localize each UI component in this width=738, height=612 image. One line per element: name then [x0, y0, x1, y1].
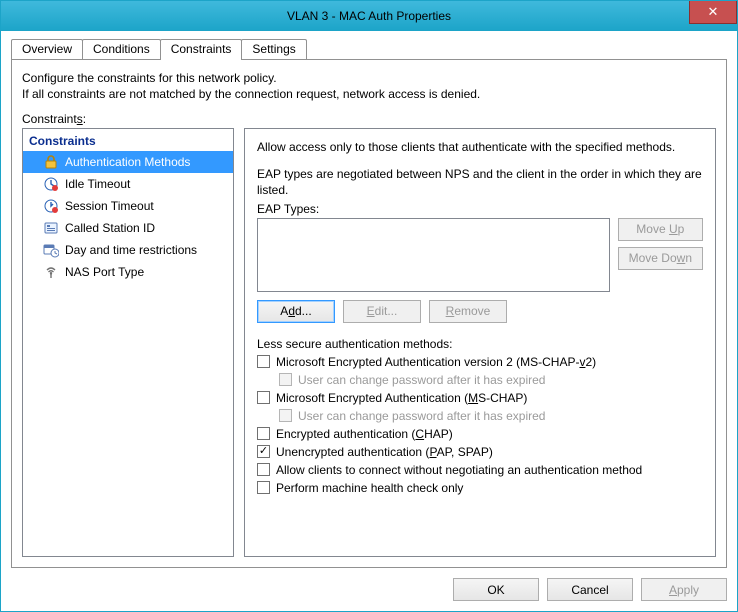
eap-types-row: Move Up Move Down: [257, 218, 703, 292]
tree-item-nas-port-type[interactable]: NAS Port Type: [23, 261, 233, 283]
idle-timeout-icon: [43, 176, 59, 192]
tab-label: Settings: [252, 42, 295, 56]
lock-icon: [43, 154, 59, 170]
close-button[interactable]: ✕: [689, 1, 737, 24]
checkbox-label: Perform machine health check only: [276, 480, 463, 496]
station-id-icon: [43, 220, 59, 236]
apply-button[interactable]: Apply: [641, 578, 727, 601]
tree-item-label: Called Station ID: [65, 221, 155, 235]
checkbox-row-mschap-pwchange: User can change password after it has ex…: [279, 408, 703, 424]
tree-item-label: Authentication Methods: [65, 155, 190, 169]
tab-page-constraints: Configure the constraints for this netwo…: [11, 59, 727, 568]
checkbox-label: Encrypted authentication (CHAP): [276, 426, 453, 442]
tree-item-day-time-restrictions[interactable]: Day and time restrictions: [23, 239, 233, 261]
checkbox-row-pap[interactable]: Unencrypted authentication (PAP, SPAP): [257, 444, 703, 460]
checkbox-label: Microsoft Encrypted Authentication (MS-C…: [276, 390, 527, 406]
checkbox-health-check[interactable]: [257, 481, 270, 494]
checkbox-chap[interactable]: [257, 427, 270, 440]
checkbox-mschap-pwchange: [279, 409, 292, 422]
dialog-buttons: OK Cancel Apply: [11, 568, 727, 601]
tab-settings[interactable]: Settings: [241, 39, 306, 59]
checkbox-pap[interactable]: [257, 445, 270, 458]
tab-constraints[interactable]: Constraints: [160, 39, 243, 60]
checkbox-row-mschapv2-pwchange: User can change password after it has ex…: [279, 372, 703, 388]
checkbox-label: Microsoft Encrypted Authentication versi…: [276, 354, 596, 370]
tree-item-label: NAS Port Type: [65, 265, 144, 279]
eap-order-note: EAP types are negotiated between NPS and…: [257, 166, 703, 198]
move-up-button[interactable]: Move Up: [618, 218, 703, 241]
calendar-clock-icon: [43, 242, 59, 258]
constraints-tree[interactable]: Constraints Authentication Methods Idle …: [22, 128, 234, 557]
intro-line: If all constraints are not matched by th…: [22, 86, 716, 102]
checkbox-label: Unencrypted authentication (PAP, SPAP): [276, 444, 493, 460]
tab-label: Constraints: [171, 42, 232, 56]
remove-button[interactable]: Remove: [429, 300, 507, 323]
titlebar: VLAN 3 - MAC Auth Properties ✕: [1, 1, 737, 31]
tree-item-label: Day and time restrictions: [65, 243, 197, 257]
move-down-button[interactable]: Move Down: [618, 247, 703, 270]
tree-item-authentication-methods[interactable]: Authentication Methods: [23, 151, 233, 173]
tree-item-session-timeout[interactable]: Session Timeout: [23, 195, 233, 217]
checkbox-row-mschapv2[interactable]: Microsoft Encrypted Authentication versi…: [257, 354, 703, 370]
intro-line: Configure the constraints for this netwo…: [22, 70, 716, 86]
eap-types-listbox[interactable]: [257, 218, 610, 292]
checkbox-label: User can change password after it has ex…: [298, 408, 545, 424]
tab-conditions[interactable]: Conditions: [82, 39, 161, 59]
checkbox-no-negotiation[interactable]: [257, 463, 270, 476]
intro-text: Configure the constraints for this netwo…: [22, 70, 716, 102]
tree-header: Constraints: [23, 131, 233, 151]
checkbox-row-mschap[interactable]: Microsoft Encrypted Authentication (MS-C…: [257, 390, 703, 406]
tree-item-idle-timeout[interactable]: Idle Timeout: [23, 173, 233, 195]
tab-label: Overview: [22, 42, 72, 56]
checkbox-row-no-negotiation[interactable]: Allow clients to connect without negotia…: [257, 462, 703, 478]
tree-item-label: Idle Timeout: [65, 177, 130, 191]
less-secure-section: Less secure authentication methods: Micr…: [257, 337, 703, 496]
checkbox-label: User can change password after it has ex…: [298, 372, 545, 388]
cancel-button[interactable]: Cancel: [547, 578, 633, 601]
checkbox-mschap[interactable]: [257, 391, 270, 404]
tab-label: Conditions: [93, 42, 150, 56]
eap-types-label: EAP Types:: [257, 202, 703, 216]
client-area: Overview Conditions Constraints Settings…: [1, 31, 737, 611]
close-icon: ✕: [708, 4, 719, 20]
checkbox-mschapv2-pwchange: [279, 373, 292, 386]
tabstrip: Overview Conditions Constraints Settings: [11, 39, 727, 59]
eap-move-buttons: Move Up Move Down: [618, 218, 703, 292]
nas-port-icon: [43, 264, 59, 280]
edit-button[interactable]: Edit...: [343, 300, 421, 323]
dialog-window: VLAN 3 - MAC Auth Properties ✕ Overview …: [0, 0, 738, 612]
ok-button[interactable]: OK: [453, 578, 539, 601]
checkbox-row-health-check[interactable]: Perform machine health check only: [257, 480, 703, 496]
add-button[interactable]: Add...: [257, 300, 335, 323]
checkbox-row-chap[interactable]: Encrypted authentication (CHAP): [257, 426, 703, 442]
checkbox-label: Allow clients to connect without negotia…: [276, 462, 642, 478]
eap-edit-buttons: Add... Edit... Remove: [257, 300, 703, 323]
panel-description: Allow access only to those clients that …: [257, 139, 703, 155]
tab-overview[interactable]: Overview: [11, 39, 83, 59]
auth-methods-panel: Allow access only to those clients that …: [244, 128, 716, 557]
less-secure-label: Less secure authentication methods:: [257, 337, 703, 351]
window-title: VLAN 3 - MAC Auth Properties: [1, 9, 737, 23]
content-row: Constraints Authentication Methods Idle …: [22, 128, 716, 557]
tree-item-label: Session Timeout: [65, 199, 154, 213]
session-timeout-icon: [43, 198, 59, 214]
tree-item-called-station-id[interactable]: Called Station ID: [23, 217, 233, 239]
constraints-label: Constraints:: [22, 112, 716, 126]
checkbox-mschapv2[interactable]: [257, 355, 270, 368]
